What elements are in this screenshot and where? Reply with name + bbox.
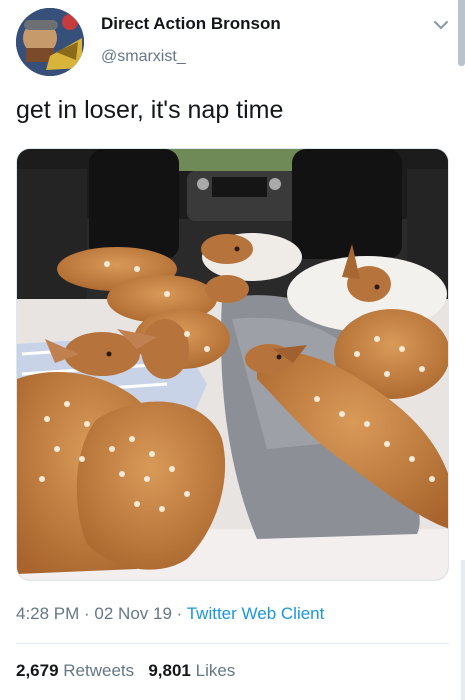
retweets-label: Retweets — [63, 661, 135, 680]
scroll-track — [461, 560, 465, 700]
avatar-image — [16, 8, 84, 76]
retweets-stat[interactable]: 2,679 Retweets — [16, 661, 134, 680]
tweet-text: get in loser, it's nap time — [16, 96, 284, 124]
tweet-stats: 2,679 Retweets 9,801 Likes — [16, 661, 235, 681]
tweet-client-link[interactable]: Twitter Web Client — [187, 604, 325, 623]
author-handle[interactable]: @smarxist_ — [101, 48, 186, 66]
chevron-down-icon[interactable] — [430, 14, 452, 36]
likes-stat[interactable]: 9,801 Likes — [148, 661, 235, 680]
tweet-timestamp-line: 4:28 PM · 02 Nov 19 · Twitter Web Client — [16, 604, 324, 624]
retweets-count: 2,679 — [16, 661, 59, 680]
author-display-name[interactable]: Direct Action Bronson — [101, 14, 281, 34]
likes-label: Likes — [195, 661, 236, 680]
tweet-time[interactable]: 4:28 PM — [16, 604, 79, 623]
avatar[interactable] — [16, 8, 84, 76]
photo-of-fawns-napping-in-car-trunk — [17, 149, 448, 580]
separator-dot: · — [171, 604, 187, 623]
separator-dot: · — [79, 604, 95, 623]
scrollbar[interactable] — [458, 0, 465, 66]
tweet-date[interactable]: 02 Nov 19 — [94, 604, 172, 623]
likes-count: 9,801 — [148, 661, 191, 680]
divider — [16, 643, 449, 644]
tweet-photo[interactable] — [16, 148, 449, 581]
